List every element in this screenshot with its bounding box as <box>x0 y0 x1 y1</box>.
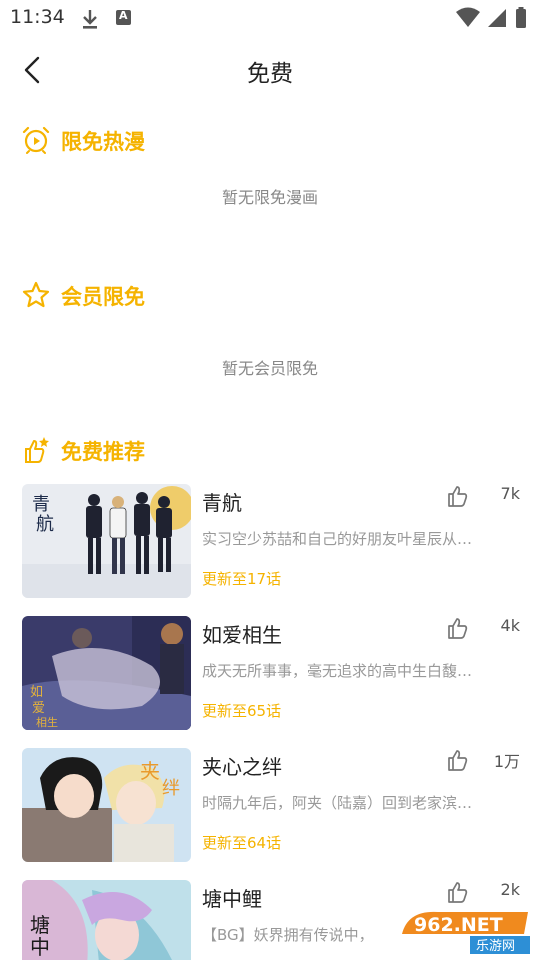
svg-text:塘: 塘 <box>30 913 50 937</box>
svg-text:相生: 相生 <box>36 715 58 729</box>
empty-limited-hot: 暂无限免漫画 <box>221 188 318 207</box>
comic-title: 如爱相生 <box>202 623 282 647</box>
svg-text:青: 青 <box>32 494 50 515</box>
svg-text:绊: 绊 <box>162 778 180 799</box>
svg-text:中: 中 <box>30 935 50 959</box>
comic-episode: 更新至65话 <box>202 702 282 720</box>
battery-icon <box>516 9 526 28</box>
comic-card[interactable]: 青 航 青航 7k 实习空少苏喆和自己的好朋友叶星辰从… 更新至17话 <box>22 484 522 598</box>
status-time: 11:34 <box>10 6 65 28</box>
comic-desc: 成天无所事事，毫无追求的高中生白馥… <box>202 662 473 680</box>
svg-text:航: 航 <box>36 514 54 535</box>
wifi-icon <box>456 7 480 27</box>
comic-episode: 更新至17话 <box>202 570 282 588</box>
svg-text:爱: 爱 <box>32 701 45 716</box>
comic-title: 青航 <box>202 491 242 515</box>
signal-icon <box>488 9 506 27</box>
comic-episode: 更新至64话 <box>202 834 282 852</box>
comic-card[interactable]: 夹 绊 夹心之绊 1万 时隔九年后，阿夹（陆嘉）回到老家滨… 更新至64话 <box>22 748 522 862</box>
comic-card[interactable]: 如 爱 相生 如爱相生 4k 成天无所事事，毫无追求的高中生白馥… 更新至65话 <box>22 616 522 730</box>
status-icons <box>456 7 526 28</box>
star-icon <box>22 281 50 308</box>
thumbs-up-icon[interactable] <box>446 616 470 640</box>
svg-text:如: 如 <box>30 684 43 700</box>
comic-cover[interactable]: 塘 中 <box>22 880 191 960</box>
comic-desc: 实习空少苏喆和自己的好朋友叶星辰从… <box>202 530 473 548</box>
svg-text:夹: 夹 <box>140 759 160 783</box>
a-notification-icon <box>116 9 131 25</box>
section-title: 会员限免 <box>61 285 145 309</box>
comic-title: 塘中鲤 <box>202 887 262 911</box>
comic-desc: 【BG】妖界拥有传说中， <box>202 926 374 944</box>
empty-member-free: 暂无会员限免 <box>221 359 318 378</box>
section-title: 免费推荐 <box>61 440 145 464</box>
thumbs-up-icon[interactable] <box>446 484 470 508</box>
nav-bar: 免费 <box>0 44 540 96</box>
thumbs-up-sparkle-icon <box>25 437 49 463</box>
alarm-clock-icon <box>22 126 50 154</box>
status-bar: 11:34 <box>0 0 540 36</box>
watermark-logo: 962.NET 乐游网 <box>402 911 530 954</box>
thumbs-up-icon[interactable] <box>446 748 470 772</box>
like-count: 4k <box>500 616 520 635</box>
like-count: 1万 <box>493 752 520 771</box>
watermark-bottom: 乐游网 <box>476 939 515 954</box>
like-count: 2k <box>500 880 520 899</box>
watermark-top: 962.NET <box>414 914 503 936</box>
download-icon <box>83 10 97 29</box>
comic-cover[interactable]: 夹 绊 <box>22 748 191 862</box>
comic-cover[interactable]: 青 航 <box>22 484 191 598</box>
comic-desc: 时隔九年后，阿夹（陆嘉）回到老家滨… <box>202 794 473 812</box>
thumbs-up-icon[interactable] <box>446 880 470 904</box>
section-title: 限免热漫 <box>61 130 145 154</box>
comic-cover[interactable]: 如 爱 相生 <box>22 616 191 730</box>
like-count: 7k <box>500 484 520 503</box>
comic-title: 夹心之绊 <box>202 755 282 779</box>
page-title: 免费 <box>247 61 293 87</box>
